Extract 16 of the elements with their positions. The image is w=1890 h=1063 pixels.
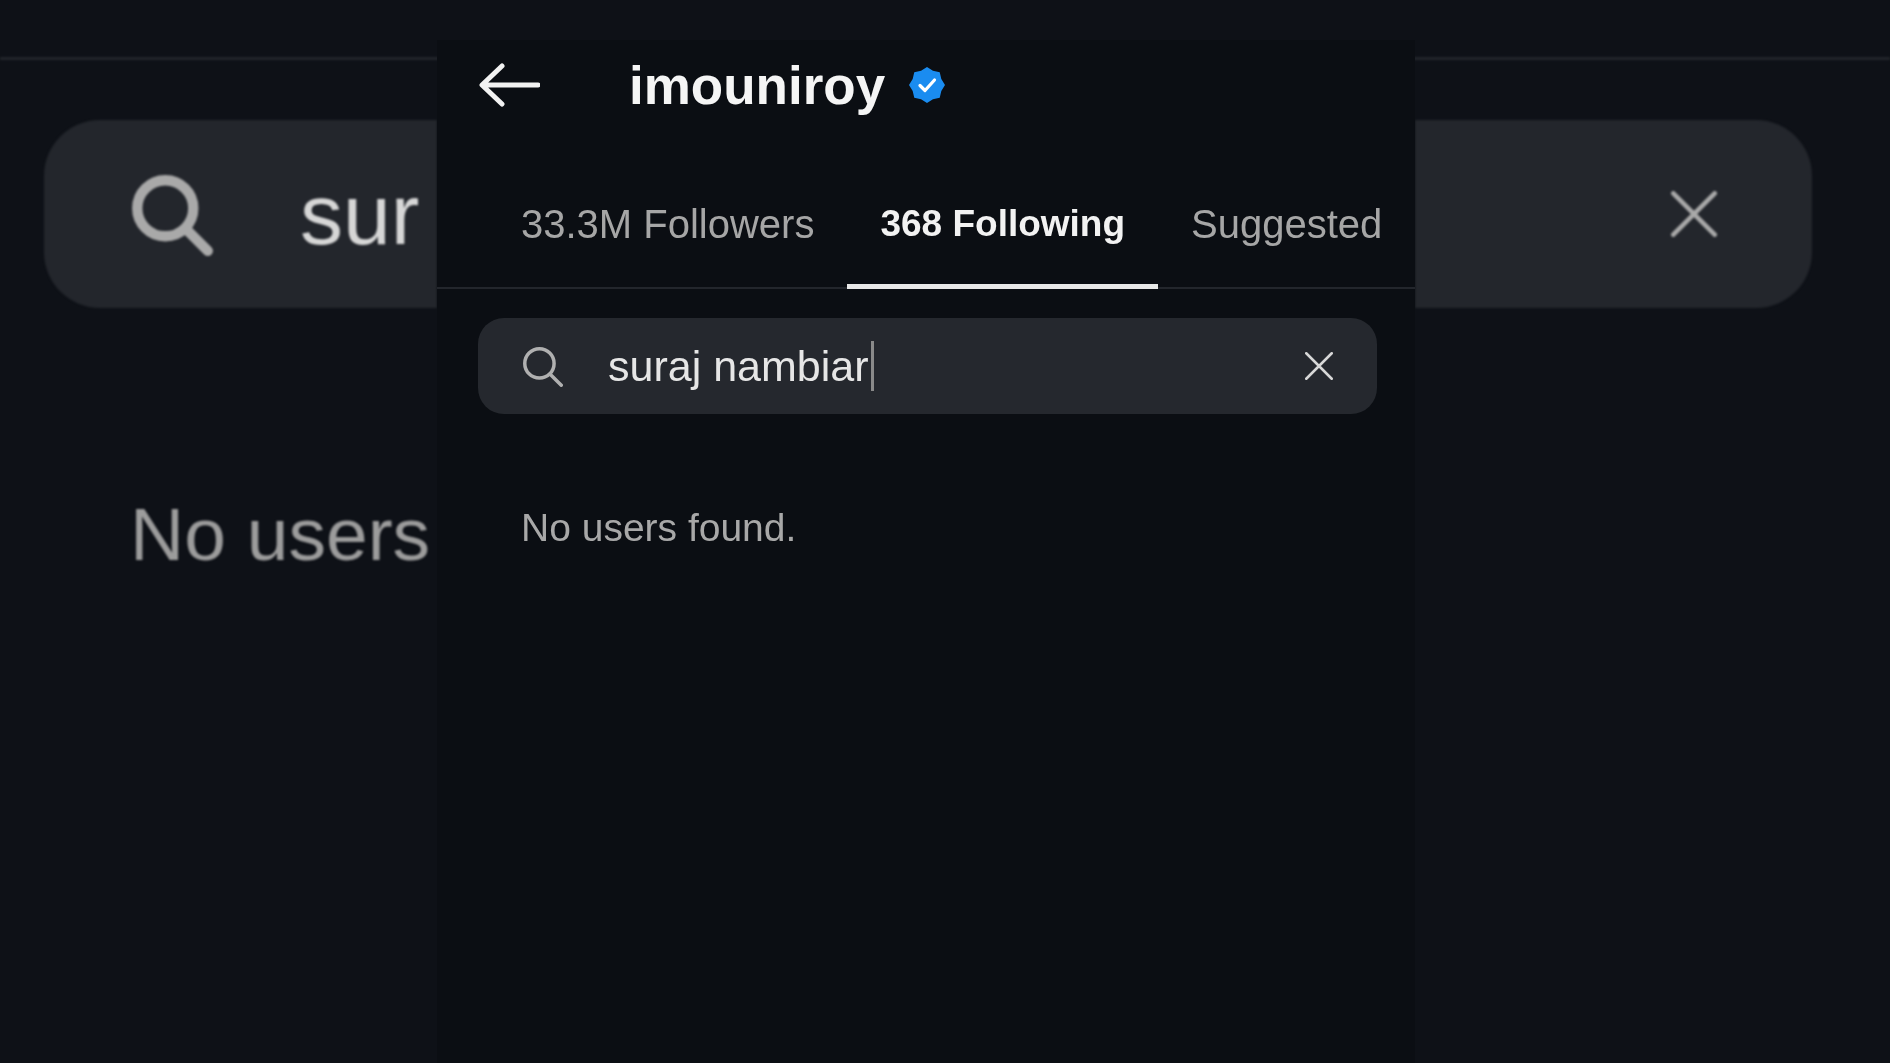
empty-message: No users (130, 497, 431, 572)
back-arrow-icon (478, 63, 540, 107)
search-field[interactable]: suraj nambiar (478, 318, 1377, 414)
search-icon (130, 172, 213, 256)
close-icon[interactable] (1670, 191, 1718, 237)
close-icon (1305, 352, 1333, 380)
empty-message: No users found. (521, 508, 797, 547)
clear-button[interactable] (1305, 352, 1333, 380)
tab[interactable]: Suggested (1158, 170, 1416, 289)
search-field[interactable]: sur (44, 120, 437, 308)
back-button[interactable] (478, 63, 540, 107)
tab[interactable]: 368 Following (847, 170, 1159, 289)
search-text: sur (300, 171, 420, 257)
tab[interactable]: 33.3M Followers (488, 170, 848, 289)
search-icon (522, 345, 563, 387)
search-field[interactable] (1415, 120, 1812, 308)
